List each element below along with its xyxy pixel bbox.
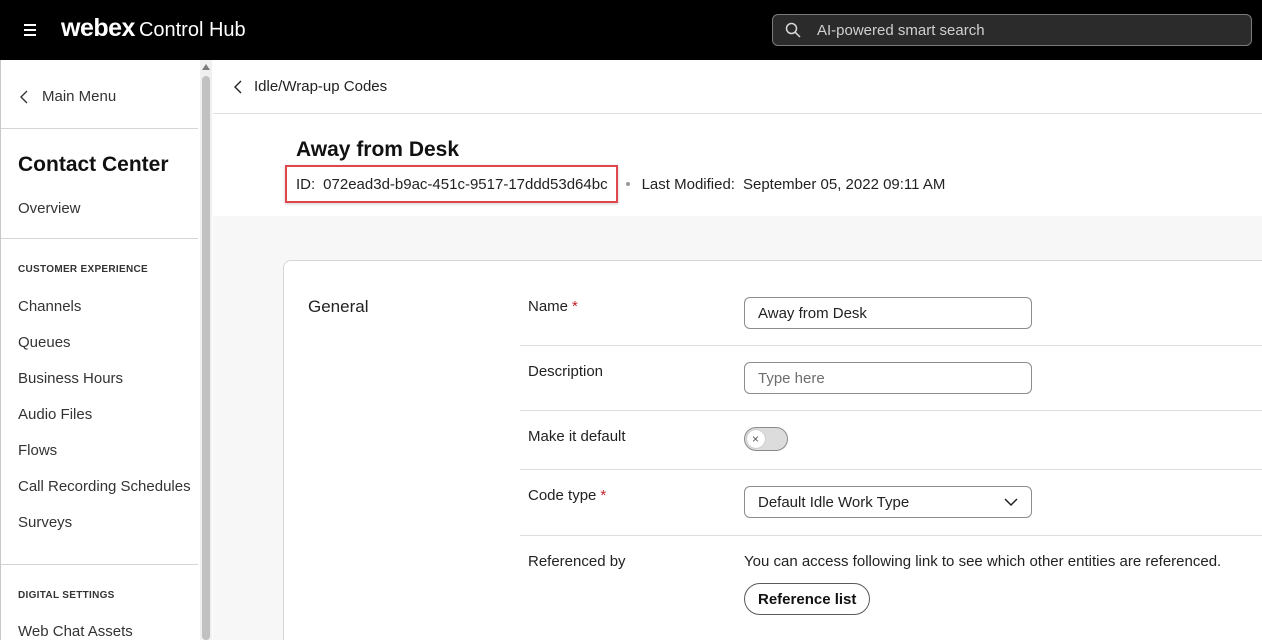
webex-logo: webex: [61, 14, 135, 42]
chevron-left-icon: [234, 80, 242, 93]
divider: [520, 469, 1262, 470]
sidebar-item-channels[interactable]: Channels: [18, 298, 81, 315]
close-icon: ×: [752, 432, 760, 446]
code-type-value: Default Idle Work Type: [758, 493, 910, 511]
main-menu-label: Main Menu: [42, 88, 117, 105]
divider: [520, 535, 1262, 536]
general-card: General Name* Description Make it defaul…: [283, 260, 1262, 640]
sidebar-item-call-recording-schedules[interactable]: Call Recording Schedules: [18, 478, 191, 495]
id-value: 072ead3d-b9ac-451c-9517-17ddd53d64bc: [323, 175, 608, 193]
sidebar-item-surveys[interactable]: Surveys: [18, 514, 72, 531]
search-input[interactable]: [817, 15, 1237, 45]
section-title: General: [308, 297, 369, 316]
sidebar-item-queues[interactable]: Queues: [18, 334, 71, 351]
default-label: Make it default: [528, 428, 626, 445]
name-label-text: Name: [528, 298, 569, 315]
divider: [1, 564, 198, 565]
code-type-select[interactable]: Default Idle Work Type: [744, 486, 1032, 518]
scroll-thumb[interactable]: [202, 76, 210, 640]
sidebar-item-flows[interactable]: Flows: [18, 442, 57, 459]
chevron-left-icon: [20, 90, 28, 103]
code-type-label-text: Code type: [528, 487, 597, 504]
description-label: Description: [528, 363, 604, 380]
sidebar: Main Menu Contact Center Overview CUSTOM…: [0, 60, 212, 640]
last-modified-value: September 05, 2022 09:11 AM: [742, 175, 946, 193]
divider: [520, 410, 1262, 411]
page-header: Away from Desk ID: 072ead3d-b9ac-451c-95…: [213, 114, 1262, 216]
breadcrumb: Idle/Wrap-up Codes: [213, 60, 1262, 114]
separator-dot: [625, 182, 630, 186]
sidebar-item-overview[interactable]: Overview: [18, 200, 81, 217]
name-field[interactable]: [744, 297, 1032, 329]
required-mark: *: [600, 487, 607, 504]
scroll-up-arrow-icon[interactable]: [202, 64, 210, 70]
back-link[interactable]: Idle/Wrap-up Codes: [233, 78, 387, 95]
id-highlight-box: ID: 072ead3d-b9ac-451c-9517-17ddd53d64bc: [285, 165, 618, 203]
top-bar: webex Control Hub: [0, 0, 1262, 60]
main-menu-link[interactable]: Main Menu: [19, 88, 116, 105]
main-content: Idle/Wrap-up Codes Away from Desk ID: 07…: [213, 60, 1262, 640]
back-label: Idle/Wrap-up Codes: [254, 78, 388, 95]
product-name: Control Hub: [138, 19, 246, 41]
divider: [1, 128, 198, 129]
section-heading-customer-experience: CUSTOMER EXPERIENCE: [18, 264, 148, 275]
search-box[interactable]: [772, 14, 1252, 46]
referenced-by-label: Referenced by: [528, 553, 626, 570]
description-field[interactable]: [744, 362, 1032, 394]
sidebar-item-audio-files[interactable]: Audio Files: [18, 406, 92, 423]
reference-list-button[interactable]: Reference list: [744, 583, 871, 615]
chevron-down-icon: [1004, 498, 1018, 507]
code-type-label: Code type *: [528, 487, 606, 504]
sidebar-scrollbar[interactable]: [200, 60, 212, 640]
last-modified-label: Last Modified:: [641, 175, 735, 193]
section-heading-digital-settings: DIGITAL SETTINGS: [18, 590, 115, 601]
hamburger-menu-icon[interactable]: [22, 21, 40, 39]
referenced-by-text: You can access following link to see whi…: [744, 553, 1222, 570]
sidebar-item-business-hours[interactable]: Business Hours: [18, 370, 123, 387]
divider: [520, 345, 1262, 346]
sidebar-item-web-chat-assets[interactable]: Web Chat Assets: [18, 623, 133, 640]
default-toggle[interactable]: ×: [744, 427, 788, 451]
brand: webex Control Hub: [61, 14, 246, 43]
meta-row: ID: 072ead3d-b9ac-451c-9517-17ddd53d64bc…: [285, 165, 945, 203]
required-mark: *: [572, 298, 578, 315]
id-label: ID:: [296, 175, 316, 193]
sidebar-title: Contact Center: [18, 153, 169, 176]
name-label: Name *: [528, 298, 578, 315]
page-title: Away from Desk: [296, 138, 460, 161]
search-icon: [785, 22, 801, 38]
divider: [1, 238, 198, 239]
toggle-knob: ×: [747, 430, 765, 448]
